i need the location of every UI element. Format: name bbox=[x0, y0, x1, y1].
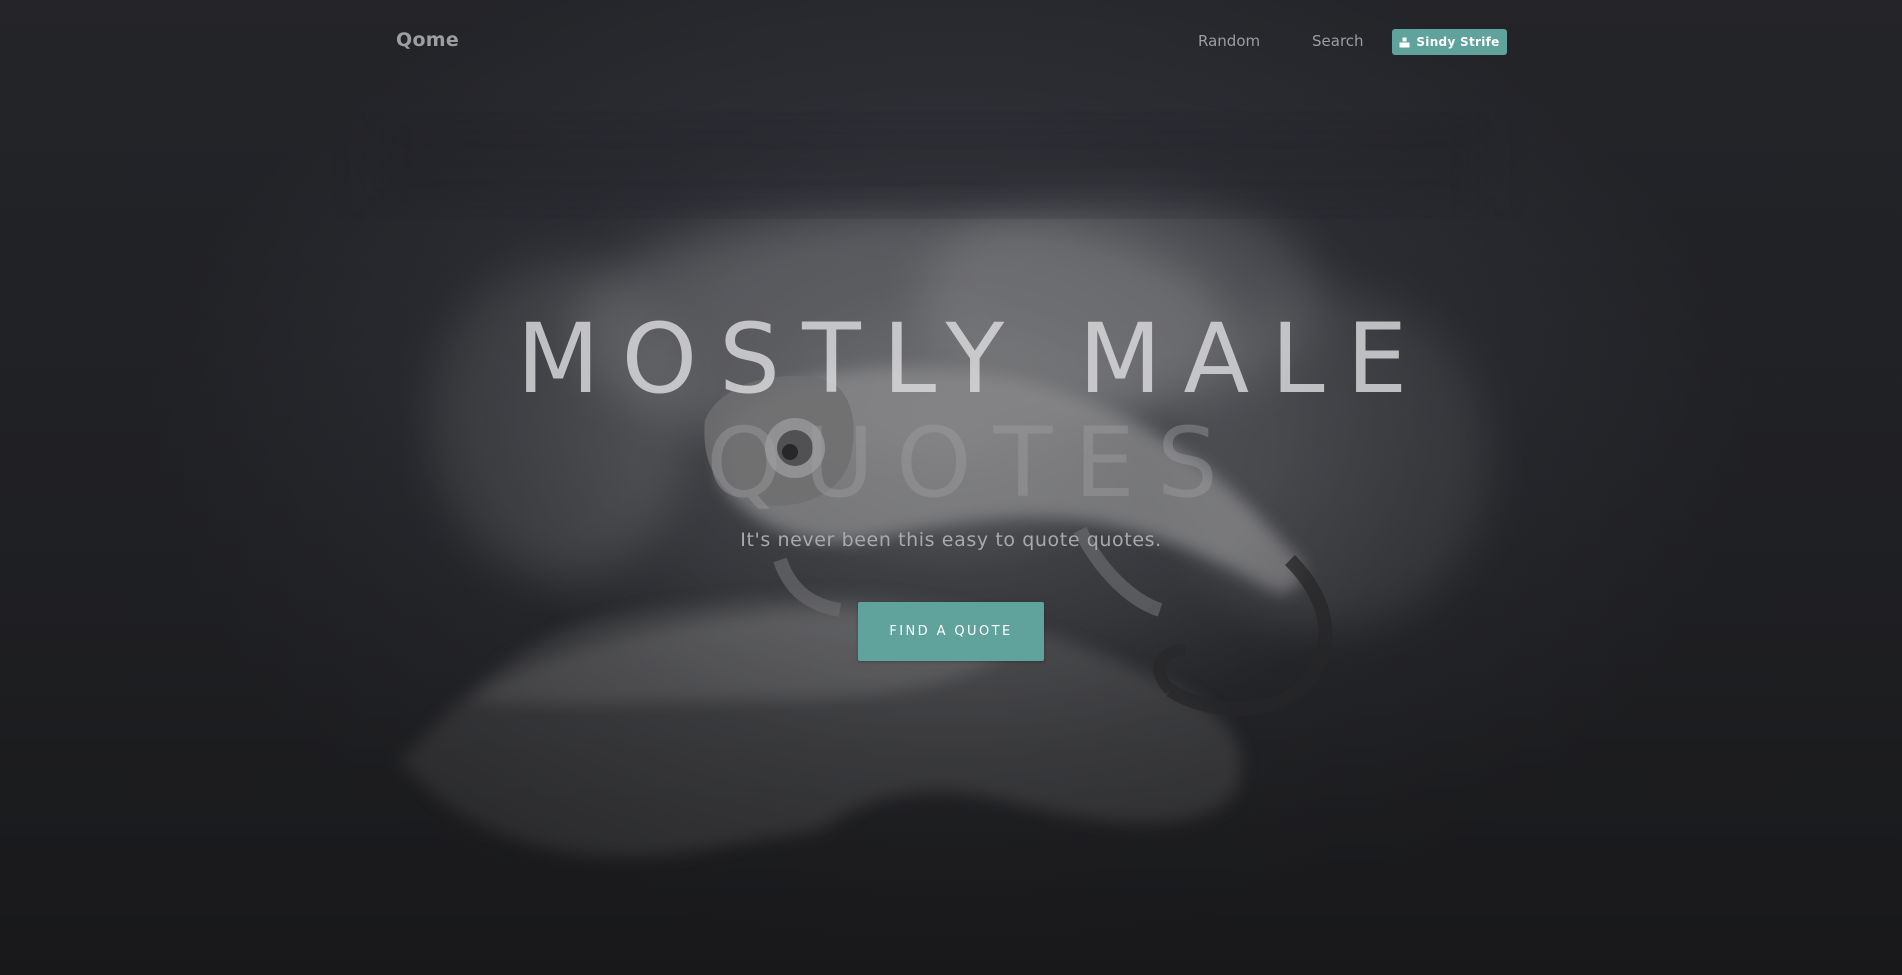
find-a-quote-button[interactable]: FIND A QUOTE bbox=[858, 602, 1044, 661]
brand-logo-link[interactable]: Qome bbox=[396, 29, 459, 51]
top-navbar: Qome Random Search Sindy Strife bbox=[0, 0, 1902, 84]
user-icon bbox=[1399, 37, 1410, 48]
hero-tagline: It's never been this easy to quote quote… bbox=[740, 529, 1162, 551]
user-menu-button[interactable]: Sindy Strife bbox=[1392, 29, 1507, 55]
hero-headline-line1: MOSTLY MALE bbox=[516, 303, 1430, 415]
user-name: Sindy Strife bbox=[1416, 35, 1500, 49]
hero-headline-line2: QUOTES bbox=[706, 407, 1240, 519]
nav-link-random[interactable]: Random bbox=[1198, 32, 1260, 50]
nav-link-search[interactable]: Search bbox=[1312, 32, 1364, 50]
